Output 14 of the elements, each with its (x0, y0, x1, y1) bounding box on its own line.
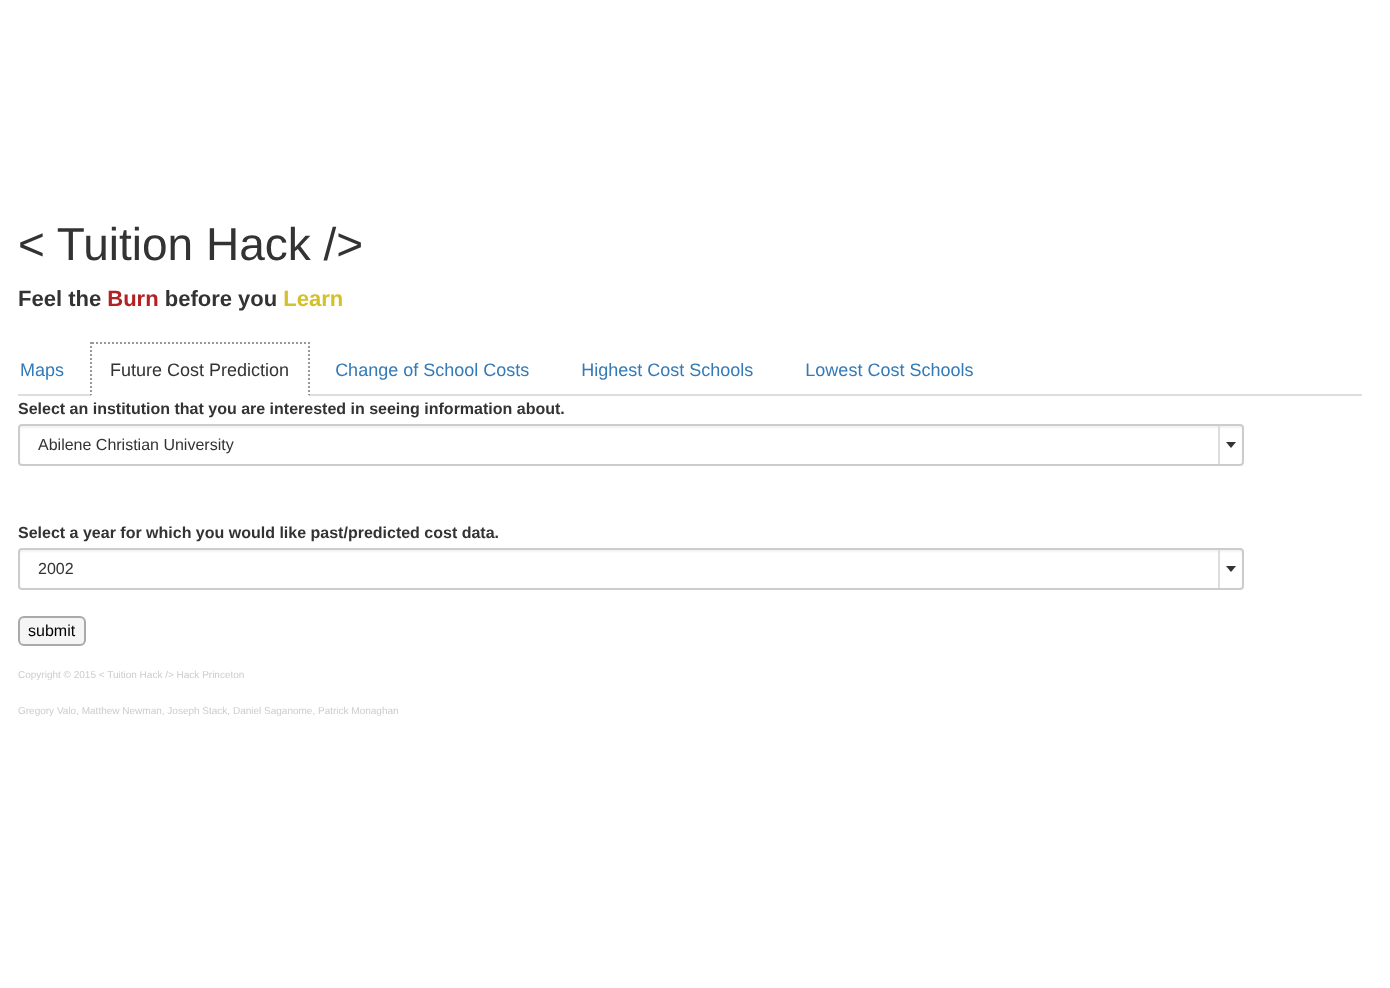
dropdown[interactable]: Abilene Christian University (18, 424, 1244, 466)
tab[interactable]: Maps (18, 342, 91, 396)
page-title: < Tuition Hack /> (18, 216, 366, 272)
submit-button[interactable]: submit (18, 616, 86, 646)
caret-icon (1218, 426, 1236, 464)
field-label: Select a year for which you would like past/predicted cost data. (18, 524, 502, 542)
tab[interactable]: Lowest Cost Schools (803, 342, 1000, 396)
caret-icon (1218, 550, 1236, 588)
field-label: Select an institution that you are interested in seeing information about. (18, 400, 567, 418)
tab[interactable]: Change of School Costs (333, 342, 556, 396)
tab[interactable]: Future Cost Prediction (90, 342, 310, 396)
tagline: Feel the Burn before you Learn (18, 288, 346, 312)
tab[interactable]: Highest Cost Schools (579, 342, 780, 396)
dropdown[interactable]: 2002 (18, 548, 1244, 590)
